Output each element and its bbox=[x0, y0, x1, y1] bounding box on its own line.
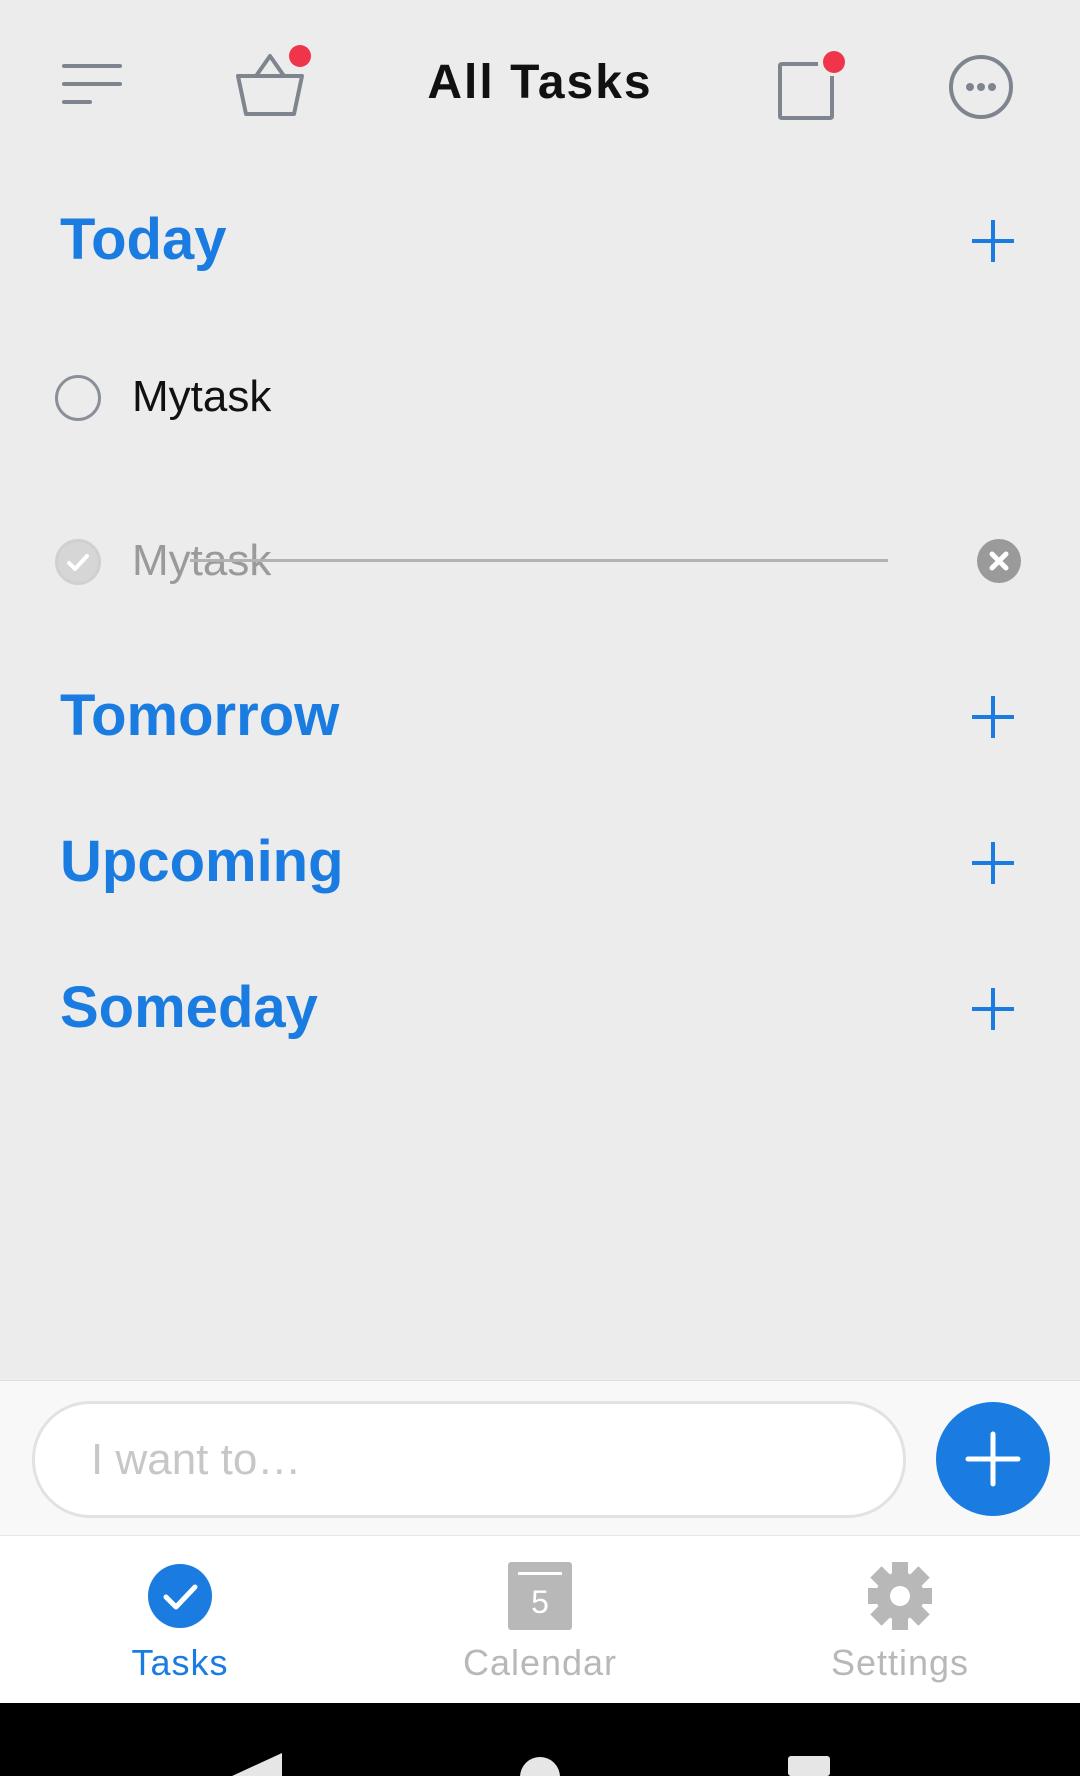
tab-label: Calendar bbox=[462, 1642, 618, 1683]
checkmark-icon bbox=[67, 554, 89, 571]
strikethrough-line bbox=[190, 559, 888, 562]
close-icon bbox=[989, 551, 1009, 571]
system-nav-bar bbox=[0, 1703, 1080, 1776]
task-row[interactable]: Mytask bbox=[0, 360, 1080, 440]
notification-badge bbox=[823, 51, 845, 73]
task-checkbox[interactable] bbox=[55, 375, 101, 421]
notification-badge bbox=[289, 45, 311, 67]
section-title-someday: Someday bbox=[60, 975, 318, 1040]
section-title-today: Today bbox=[60, 207, 227, 272]
calendar-day-number: 5 bbox=[531, 1584, 549, 1620]
add-tomorrow-button[interactable] bbox=[970, 694, 1016, 740]
menu-icon[interactable] bbox=[62, 56, 132, 116]
back-icon[interactable] bbox=[222, 1751, 286, 1776]
task-checkbox-checked[interactable] bbox=[55, 539, 101, 585]
recents-icon[interactable] bbox=[788, 1756, 830, 1776]
plus-icon bbox=[965, 1431, 1021, 1487]
add-upcoming-button[interactable] bbox=[970, 840, 1016, 886]
gear-icon bbox=[868, 1562, 932, 1630]
home-icon[interactable] bbox=[518, 1755, 562, 1776]
notes-icon[interactable] bbox=[770, 46, 860, 126]
section-title-tomorrow: Tomorrow bbox=[60, 683, 340, 748]
check-circle-icon bbox=[148, 1564, 212, 1628]
task-row-completed[interactable]: Mytask bbox=[0, 522, 1080, 602]
add-today-button[interactable] bbox=[970, 218, 1016, 264]
tab-label: Settings bbox=[830, 1642, 970, 1683]
task-label: Mytask bbox=[132, 372, 272, 421]
add-task-button[interactable] bbox=[936, 1402, 1050, 1516]
add-someday-button[interactable] bbox=[970, 986, 1016, 1032]
section-title-upcoming: Upcoming bbox=[60, 829, 344, 894]
page-title: All Tasks bbox=[427, 56, 653, 109]
delete-task-button[interactable] bbox=[977, 539, 1021, 583]
header: All Tasks bbox=[0, 0, 1080, 175]
task-input[interactable] bbox=[32, 1401, 906, 1518]
tab-calendar[interactable]: 5 Calendar bbox=[360, 1536, 720, 1704]
quick-add-bar bbox=[0, 1380, 1080, 1535]
tab-settings[interactable]: Settings bbox=[720, 1536, 1080, 1704]
app-screen: All Tasks Today Mytask Mytask Tomorrow U… bbox=[0, 0, 1080, 1776]
tab-label: Tasks bbox=[131, 1642, 229, 1683]
more-options-icon[interactable] bbox=[948, 54, 1014, 120]
basket-icon[interactable] bbox=[228, 44, 320, 124]
bottom-tab-bar: Tasks 5 Calendar Settings bbox=[0, 1535, 1080, 1703]
tab-tasks[interactable]: Tasks bbox=[0, 1536, 360, 1704]
